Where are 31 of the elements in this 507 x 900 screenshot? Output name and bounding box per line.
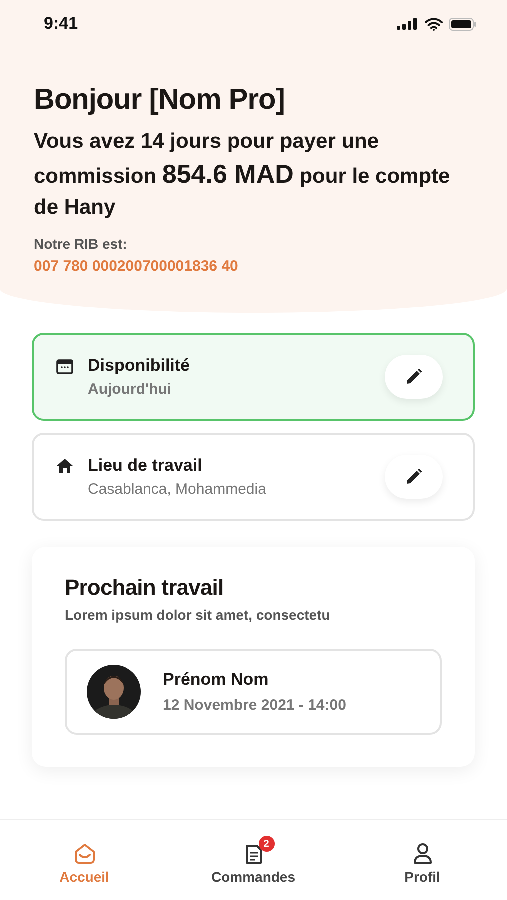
edit-button[interactable]	[385, 355, 443, 400]
home-icon	[72, 843, 96, 865]
appointment-date: 12 Novembre 2021 - 14:00	[163, 697, 346, 714]
greeting-title: Bonjour [Nom Pro]	[34, 84, 286, 117]
person-icon	[412, 843, 432, 865]
pencil-icon	[405, 368, 423, 386]
info-card[interactable]: Lieu de travail Casablanca, Mohammedia	[32, 433, 475, 522]
rib-number: 007 780 000200700001836 40	[34, 258, 240, 276]
nav-tab[interactable]: Profil	[368, 833, 478, 885]
card-subtitle: Aujourd'hui	[88, 381, 173, 398]
card-title: Disponibilité	[88, 356, 190, 376]
card-title: Lieu de travail	[88, 456, 204, 476]
pencil-icon	[405, 468, 423, 486]
wifi-icon	[425, 18, 443, 30]
rib-label: Notre RIB est:	[34, 236, 128, 252]
notification-badge: 2	[258, 836, 274, 852]
info-card[interactable]: Disponibilité Aujourd'hui	[32, 333, 475, 422]
person-name: Prénom Nom	[163, 670, 270, 690]
signal-icon	[397, 18, 419, 30]
nav-tab[interactable]: 2 Commandes	[198, 833, 308, 885]
document-icon	[244, 843, 264, 865]
appointment-card[interactable]: Prénom Nom 12 Novembre 2021 - 14:00	[65, 649, 442, 736]
edit-button[interactable]	[385, 455, 443, 500]
commission-message: Vous avez 14 jours pour payer une commission 854.6 MAD pour le compte de Hany	[34, 129, 452, 221]
card-subtitle: Casablanca, Mohammedia	[88, 481, 266, 498]
battery-icon	[449, 18, 477, 30]
house-icon	[56, 458, 74, 474]
calendar-icon	[56, 358, 74, 376]
status-time: 9:41	[44, 14, 78, 34]
section-subtitle: Lorem ipsum dolor sit amet, consectetu	[65, 607, 332, 624]
section-title: Prochain travail	[65, 575, 225, 602]
